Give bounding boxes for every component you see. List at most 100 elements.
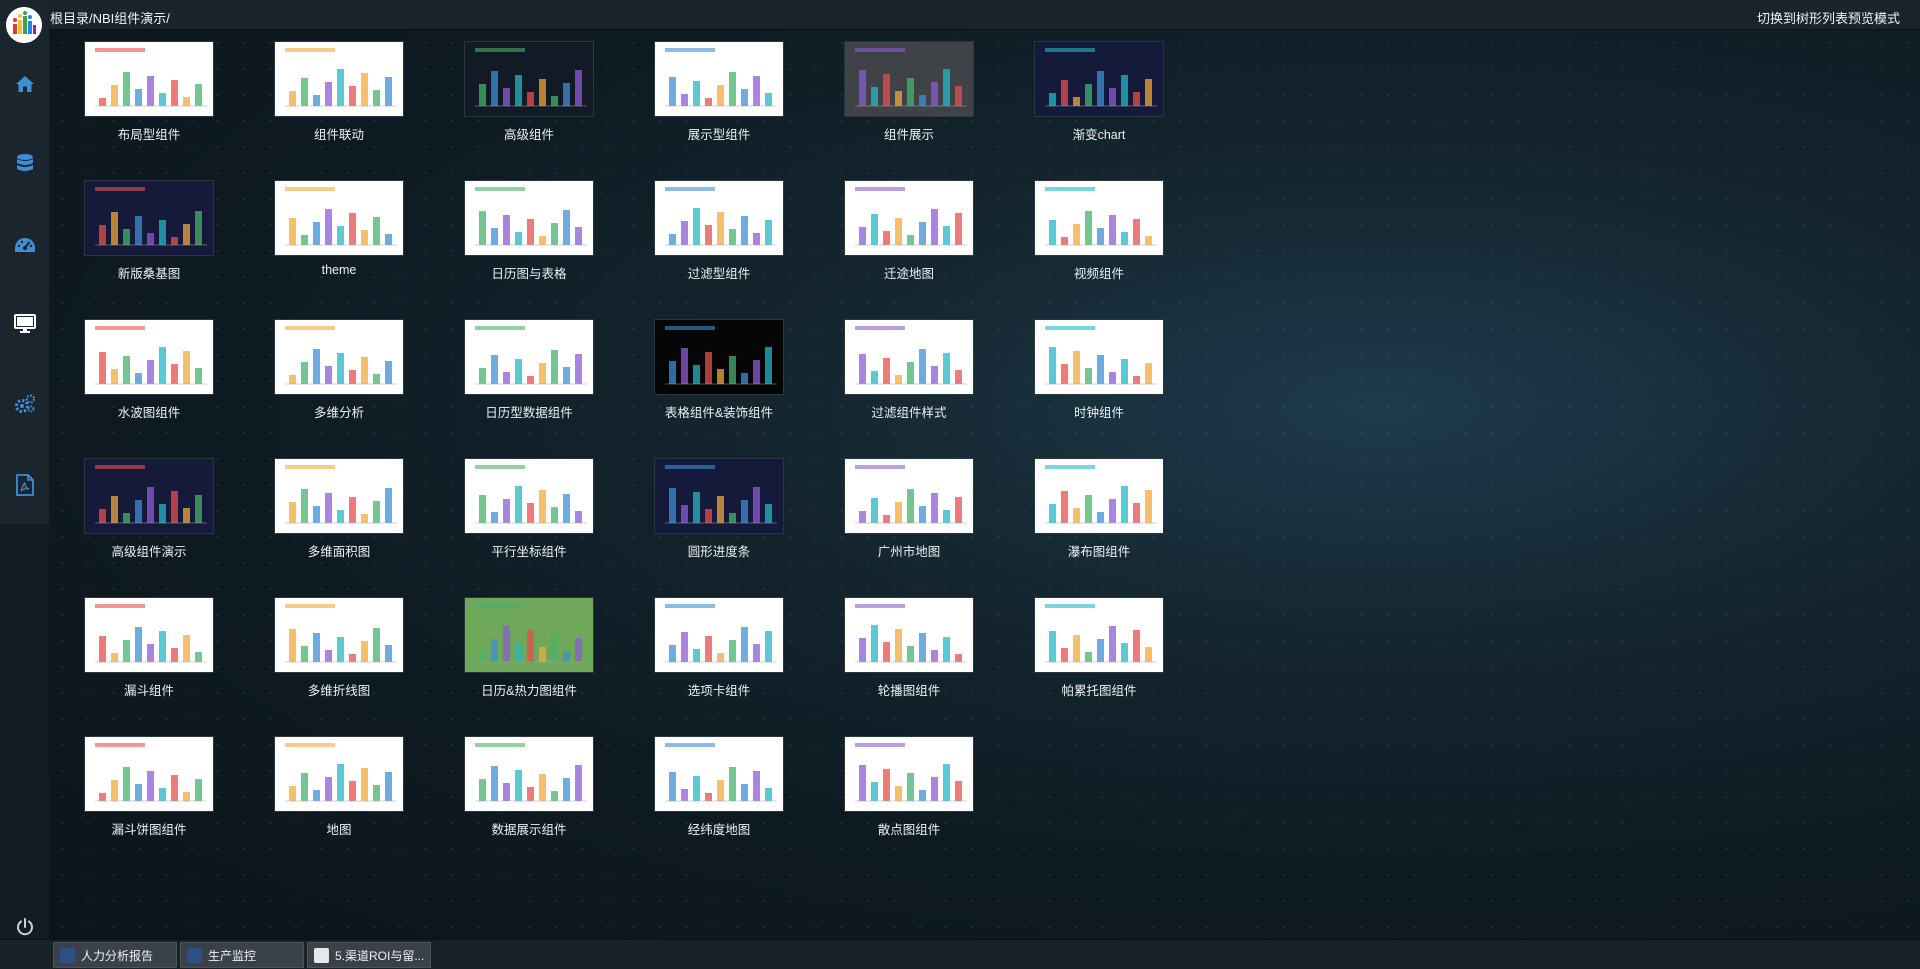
component-card[interactable]: 时钟组件	[1034, 319, 1164, 429]
component-card[interactable]: 渐变chart	[1034, 41, 1164, 151]
component-label: 组件展示	[883, 128, 934, 142]
component-label: 圆形进度条	[687, 545, 751, 559]
breadcrumb[interactable]: 根目录/NBI组件演示/	[50, 8, 170, 27]
component-card[interactable]: 新版桑基图	[84, 180, 214, 290]
component-thumbnail	[844, 41, 974, 117]
component-thumbnail	[84, 736, 214, 812]
component-card[interactable]: 多维分析	[274, 319, 404, 429]
home-icon[interactable]	[12, 71, 38, 97]
component-thumbnail	[464, 41, 594, 117]
component-card[interactable]: 瀑布图组件	[1034, 458, 1164, 568]
settings-icon[interactable]	[12, 391, 38, 417]
component-card[interactable]: 漏斗组件	[84, 597, 214, 707]
component-card[interactable]: 过滤组件样式	[844, 319, 974, 429]
component-label: 散点图组件	[877, 823, 941, 837]
component-label: 日历图与表格	[491, 267, 567, 281]
component-thumbnail	[1034, 458, 1164, 534]
component-thumbnail	[1034, 41, 1164, 117]
component-card[interactable]: 日历&热力图组件	[464, 597, 594, 707]
component-card[interactable]: 表格组件&装饰组件	[654, 319, 784, 429]
component-card[interactable]: 多维面积图	[274, 458, 404, 568]
component-label: 帕累托图组件	[1061, 684, 1137, 698]
component-card[interactable]: 迁途地图	[844, 180, 974, 290]
component-card[interactable]: 水波图组件	[84, 319, 214, 429]
component-card[interactable]: 选项卡组件	[654, 597, 784, 707]
sidebar	[0, 0, 49, 969]
component-thumbnail	[844, 597, 974, 673]
component-card[interactable]: 高级组件演示	[84, 458, 214, 568]
component-thumbnail	[654, 597, 784, 673]
monitor-icon[interactable]	[12, 311, 38, 337]
component-label: 高级组件	[503, 128, 554, 142]
component-label: 多维分析	[313, 406, 364, 420]
page-icon	[314, 947, 329, 963]
dashboard-icon[interactable]	[12, 232, 38, 258]
component-card[interactable]: 组件联动	[274, 41, 404, 151]
component-label: 多维面积图	[307, 545, 371, 559]
component-label: 迁途地图	[883, 267, 934, 281]
component-thumbnail	[844, 736, 974, 812]
pdf-icon[interactable]	[12, 472, 38, 498]
component-card[interactable]: 漏斗饼图组件	[84, 736, 214, 846]
task-tab[interactable]: 生产监控	[180, 942, 304, 968]
top-bar: 根目录/NBI组件演示/ 切换到树形列表预览模式	[0, 0, 1920, 30]
component-thumbnail	[844, 458, 974, 534]
component-card[interactable]: 散点图组件	[844, 736, 974, 846]
component-card[interactable]: 地图	[274, 736, 404, 846]
task-tab[interactable]: 5.渠道ROI与留...	[307, 942, 431, 968]
component-label: 组件联动	[313, 128, 364, 142]
database-icon[interactable]	[12, 151, 38, 177]
component-label: 瀑布图组件	[1067, 545, 1131, 559]
component-card[interactable]: theme	[274, 180, 404, 290]
component-thumbnail	[84, 597, 214, 673]
component-thumbnail	[84, 458, 214, 534]
task-tab[interactable]: 人力分析报告	[53, 942, 177, 968]
component-card[interactable]: 广州市地图	[844, 458, 974, 568]
component-card[interactable]: 平行坐标组件	[464, 458, 594, 568]
component-thumbnail	[464, 597, 594, 673]
component-card[interactable]: 过滤型组件	[654, 180, 784, 290]
component-thumbnail	[84, 41, 214, 117]
component-thumbnail	[274, 736, 404, 812]
component-label: 广州市地图	[877, 545, 941, 559]
component-card[interactable]: 圆形进度条	[654, 458, 784, 568]
component-thumbnail	[844, 180, 974, 256]
task-tab-label: 5.渠道ROI与留...	[335, 948, 425, 963]
component-thumbnail	[654, 41, 784, 117]
component-label: 时钟组件	[1073, 406, 1124, 420]
component-label: 数据展示组件	[491, 823, 567, 837]
component-thumbnail	[1034, 180, 1164, 256]
component-card[interactable]: 日历图与表格	[464, 180, 594, 290]
component-label: 渐变chart	[1072, 128, 1126, 142]
app-logo[interactable]	[6, 7, 42, 43]
component-card[interactable]: 高级组件	[464, 41, 594, 151]
component-card[interactable]: 展示型组件	[654, 41, 784, 151]
component-card[interactable]: 经纬度地图	[654, 736, 784, 846]
component-card[interactable]: 布局型组件	[84, 41, 214, 151]
component-label: 日历型数据组件	[485, 406, 573, 420]
component-label: 视频组件	[1073, 267, 1124, 281]
component-label: 新版桑基图	[117, 267, 181, 281]
power-icon[interactable]	[12, 914, 38, 940]
component-card[interactable]: 数据展示组件	[464, 736, 594, 846]
component-label: 经纬度地图	[687, 823, 751, 837]
component-label: 过滤组件样式	[871, 406, 947, 420]
component-thumbnail	[274, 41, 404, 117]
component-thumbnail	[844, 319, 974, 395]
component-card[interactable]: 日历型数据组件	[464, 319, 594, 429]
component-card[interactable]: 组件展示	[844, 41, 974, 151]
component-thumbnail	[464, 458, 594, 534]
component-label: 漏斗饼图组件	[111, 823, 187, 837]
component-label: 地图	[326, 823, 352, 837]
component-label: theme	[321, 263, 357, 277]
component-label: 水波图组件	[117, 406, 181, 420]
component-card[interactable]: 轮播图组件	[844, 597, 974, 707]
component-label: 展示型组件	[687, 128, 751, 142]
component-card[interactable]: 视频组件	[1034, 180, 1164, 290]
component-thumbnail	[84, 180, 214, 256]
component-card[interactable]: 帕累托图组件	[1034, 597, 1164, 707]
component-label: 轮播图组件	[877, 684, 941, 698]
switch-view-mode-link[interactable]: 切换到树形列表预览模式	[1757, 8, 1900, 27]
component-thumbnail	[274, 319, 404, 395]
component-card[interactable]: 多维折线图	[274, 597, 404, 707]
